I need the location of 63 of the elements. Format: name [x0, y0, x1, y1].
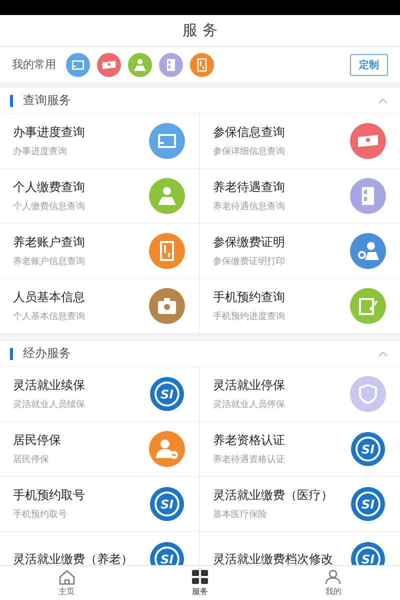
tab-label: 我的 [325, 586, 342, 597]
accent-bar [10, 94, 13, 106]
item-subtitle: 灵活就业人员续保 [13, 398, 86, 411]
service-item[interactable]: 养老资格认证 养老待遇资格认证 SI [200, 422, 400, 477]
accent-bar [10, 348, 13, 360]
item-title: 灵活就业缴费（医疗） [213, 487, 334, 504]
favorites-label: 我的常用 [12, 57, 56, 72]
logo-icon: SI [350, 486, 386, 522]
item-subtitle: 个人缴费信息查询 [13, 200, 86, 213]
item-subtitle: 养老待遇资格认证 [213, 454, 286, 466]
item-title: 灵活就业续保 [13, 377, 86, 394]
section-title: 查询服务 [23, 92, 71, 109]
service-item[interactable]: 灵活就业续保 灵活就业人员续保 SI [0, 367, 200, 422]
item-subtitle: 养老待遇信息查询 [213, 200, 286, 213]
item-title: 人员基本信息 [13, 289, 86, 306]
item-title: 灵活就业缴费（养老） [13, 550, 134, 565]
item-subtitle: 手机预约取号 [13, 508, 68, 521]
service-item[interactable]: 参保缴费证明 参保缴费证明打印 [200, 224, 400, 279]
item-title: 手机预约查询 [213, 289, 286, 306]
grid-icon [190, 569, 209, 585]
service-item[interactable]: 参保信息查询 参保详细信息查询 [200, 114, 400, 169]
home-icon [58, 569, 76, 585]
item-title: 灵活就业停保 [213, 377, 286, 394]
nav-tab[interactable]: 服务 [133, 566, 267, 600]
page-title: 服 务 [182, 21, 218, 40]
service-item[interactable]: 手机预约查询 手机预约进度查询 [200, 279, 400, 334]
service-item[interactable]: 个人缴费查询 个人缴费信息查询 [0, 169, 200, 224]
item-title: 个人缴费查询 [13, 179, 86, 196]
item-title: 养老账户查询 [13, 234, 86, 251]
service-item[interactable]: 灵活就业缴费（医疗） 基本医疗保险 SI [200, 477, 400, 532]
item-subtitle: 参保缴费证明打印 [213, 256, 286, 268]
logo-icon: SI [149, 486, 185, 522]
item-subtitle: 灵活就业人员停保 [213, 398, 286, 411]
service-item[interactable]: 居民停保 居民停保 [0, 422, 200, 477]
item-title: 居民停保 [13, 432, 62, 449]
service-item[interactable]: 养老账户查询 养老账户信息查询 [0, 224, 200, 279]
logo-icon: SI [149, 376, 185, 412]
user-icon [324, 569, 342, 585]
service-item[interactable]: 人员基本信息 个人基本信息查询 [0, 279, 200, 334]
item-subtitle: 手机预约进度查询 [213, 310, 286, 323]
nav-tab[interactable]: 主页 [0, 566, 134, 600]
item-subtitle: 办事进度查询 [13, 146, 68, 158]
item-subtitle: 居民停保 [13, 454, 50, 466]
service-item[interactable]: 灵活就业停保 灵活就业人员停保 [200, 367, 400, 422]
service-item[interactable]: 养老待遇查询 养老待遇信息查询 [200, 169, 400, 224]
logo-icon: SI [350, 431, 386, 467]
item-title: 参保信息查询 [213, 124, 286, 141]
item-title: 养老资格认证 [213, 432, 286, 449]
item-title: 办事进度查询 [13, 124, 86, 141]
tab-label: 主页 [58, 586, 75, 597]
service-item[interactable]: 办事进度查询 办事进度查询 [0, 114, 200, 169]
tab-label: 服务 [192, 586, 208, 597]
item-title: 灵活就业缴费档次修改 [213, 550, 334, 565]
item-subtitle: 基本医疗保险 [213, 508, 268, 521]
item-subtitle: 个人基本信息查询 [13, 310, 86, 323]
item-title: 手机预约取号 [13, 487, 86, 504]
nav-tab[interactable]: 我的 [266, 566, 400, 600]
item-subtitle: 养老账户信息查询 [13, 256, 86, 268]
item-title: 参保缴费证明 [213, 234, 286, 251]
section-title: 经办服务 [23, 345, 71, 362]
item-title: 养老待遇查询 [213, 179, 286, 196]
item-subtitle: 参保详细信息查询 [213, 146, 286, 158]
service-item[interactable]: 手机预约取号 手机预约取号 SI [0, 477, 200, 532]
